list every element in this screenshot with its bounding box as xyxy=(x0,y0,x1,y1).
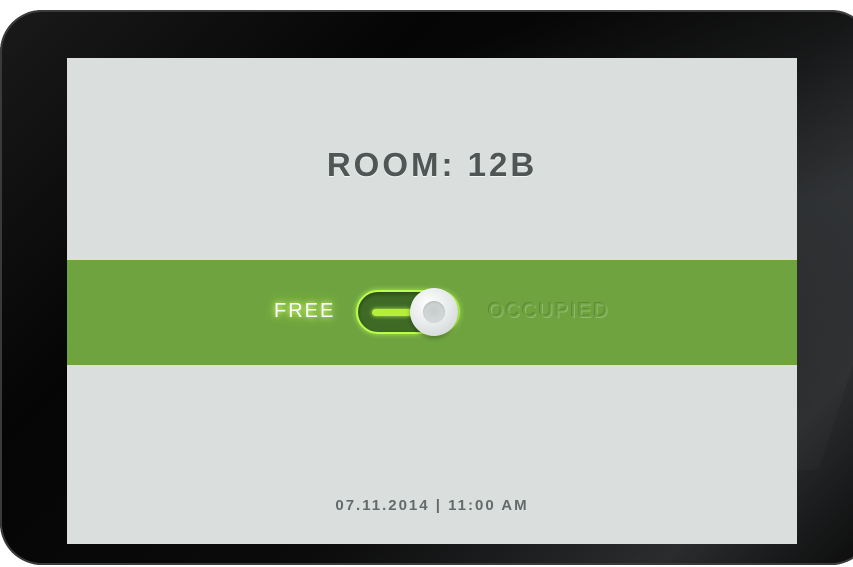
room-title: ROOM: 12B xyxy=(326,146,538,183)
toggle-knob[interactable] xyxy=(410,288,458,336)
status-toggle-row: FREE OCCUPIED xyxy=(67,260,797,365)
toggle-knob-center xyxy=(423,301,445,323)
status-toggle-switch[interactable] xyxy=(356,288,460,336)
tablet-device: ROOM: 12B FREE OCCUPIED 07.11.2014 | 11:… xyxy=(0,10,853,565)
date-time-display: 07.11.2014 | 11:00 AM xyxy=(335,497,529,514)
toggle-track-indicator xyxy=(372,309,412,316)
free-label[interactable]: FREE xyxy=(274,300,335,323)
screen: ROOM: 12B FREE OCCUPIED 07.11.2014 | 11:… xyxy=(67,58,797,544)
status-band: FREE OCCUPIED xyxy=(67,260,797,365)
occupied-label[interactable]: OCCUPIED xyxy=(488,300,610,323)
